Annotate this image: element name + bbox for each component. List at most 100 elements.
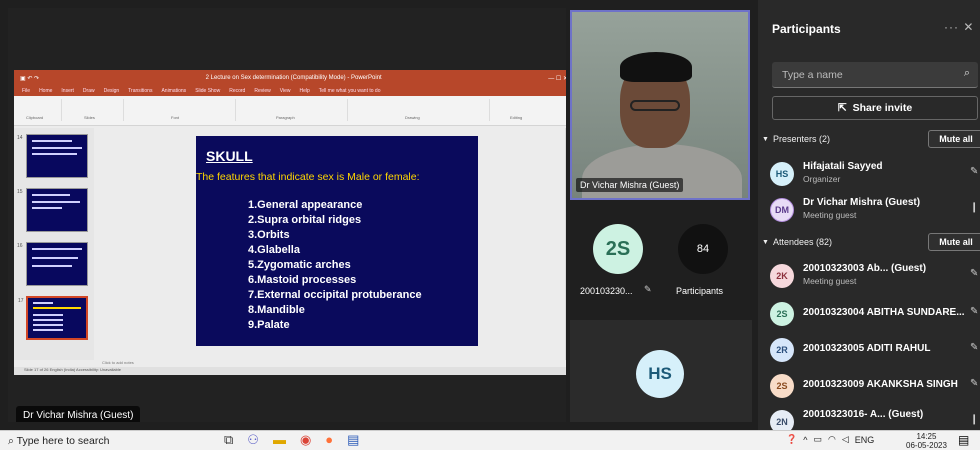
- participants-count-tile[interactable]: 84 Participants: [664, 206, 752, 314]
- video-name-label: Dr Vichar Mishra (Guest): [576, 178, 684, 192]
- taskbar-clock[interactable]: 14:25 06-05-2023: [906, 432, 947, 450]
- attendees-section-toggle[interactable]: ▼ Attendees (82): [762, 237, 832, 247]
- windows-taskbar: ⌕ Type here to search ⧉ ⚇ ▬ ◉ ● ▤ ❓ ^ ▭ …: [0, 430, 980, 450]
- ppt-ribbon: Clipboard Slides Font Paragraph Drawing …: [14, 96, 566, 126]
- ribbon-group-editing: Editing: [510, 115, 523, 120]
- firefox-icon[interactable]: ●: [325, 432, 333, 448]
- participant-row[interactable]: HS Hifajatali Sayyed Organizer ✎: [770, 156, 980, 192]
- ppt-menubar: File Home Insert Draw Design Transitions…: [14, 86, 566, 96]
- participants-panel: Participants ··· ✕ Type a name ⌕ ⇱ Share…: [758, 0, 980, 430]
- ppt-status-bar: Slide 17 of 26 English (India) Accessibi…: [14, 367, 566, 375]
- participant-row[interactable]: 2K 20010323003 Ab... (Guest) Meeting gue…: [770, 258, 980, 294]
- presenters-section-toggle[interactable]: ▼ Presenters (2): [762, 134, 830, 144]
- ppt-vertical-scrollbar: [565, 128, 566, 360]
- ppt-menu-record: Record: [229, 88, 246, 94]
- app-icon[interactable]: ▤: [347, 432, 359, 448]
- ribbon-group-paragraph: Paragraph: [238, 99, 348, 121]
- participant-tile-label: 200103230...: [580, 286, 633, 296]
- slide-thumbnail: 15: [17, 188, 88, 232]
- participants-count-label: Participants: [676, 286, 724, 296]
- network-icon[interactable]: ▭: [813, 434, 822, 445]
- ribbon-group-drawing: Drawing: [350, 99, 490, 121]
- participant-row[interactable]: 2N 20010323016- A... (Guest) ❙: [770, 404, 980, 430]
- slide-bullet: 7.External occipital protuberance: [248, 289, 422, 301]
- participant-name: 20010323005 ADITI RAHUL: [803, 343, 931, 354]
- volume-icon[interactable]: ◁: [842, 434, 849, 445]
- presenter-video-tile[interactable]: Dr Vichar Mishra (Guest): [570, 10, 750, 200]
- participant-tile-2s[interactable]: 2S 200103230... ✎: [570, 206, 662, 314]
- system-tray: ❓ ^ ▭ ◠ ◁ ENG: [786, 434, 874, 445]
- wifi-icon[interactable]: ◠: [828, 434, 836, 445]
- ppt-menu-slideshow: Slide Show: [195, 88, 221, 94]
- slide-bullet: 4.Glabella: [248, 244, 300, 256]
- participant-role: Meeting guest: [803, 276, 857, 286]
- slide-thumbnail-selected: 17: [18, 296, 88, 340]
- share-invite-button[interactable]: ⇱ Share invite: [772, 96, 978, 120]
- participant-row[interactable]: 2R 20010323005 ADITI RAHUL ✎: [770, 332, 980, 368]
- slide-bullet: 2.Supra orbital ridges: [248, 214, 362, 226]
- help-icon[interactable]: ❓: [786, 434, 797, 445]
- participant-row[interactable]: DM Dr Vichar Mishra (Guest) Meeting gues…: [770, 192, 980, 228]
- mute-all-attendees-button[interactable]: Mute all: [928, 233, 980, 251]
- ribbon-group-slides: Slides: [64, 99, 124, 121]
- ppt-tell-me: Tell me what you want to do: [318, 88, 381, 94]
- ppt-titlebar: ▣ ↶ ↷ 2 Lecture on Sex determination (Co…: [14, 70, 566, 86]
- participant-tile-hs[interactable]: HS: [570, 320, 752, 422]
- mic-off-icon: ✎: [970, 268, 979, 279]
- avatar: 2N: [770, 410, 794, 430]
- chevron-up-icon[interactable]: ^: [803, 435, 807, 445]
- participant-row[interactable]: 2S 20010323004 ABITHA SUNDARE... ✎: [770, 296, 980, 332]
- participant-role: Organizer: [803, 174, 841, 184]
- mic-off-icon: ✎: [970, 378, 979, 389]
- slide-bullet: 8.Mandible: [248, 304, 305, 316]
- ribbon-group-clipboard: Clipboard: [18, 99, 62, 121]
- notification-icon[interactable]: ▤: [958, 433, 969, 447]
- ppt-menu-review: Review: [254, 88, 271, 94]
- avatar: HS: [636, 350, 684, 398]
- mic-icon: ❙: [970, 414, 979, 425]
- ppt-window-controls: — ☐ ✕: [548, 75, 566, 82]
- slide-bullet: 6.Mastoid processes: [248, 274, 357, 286]
- ppt-menu-help: Help: [299, 88, 310, 94]
- participant-row[interactable]: 2S 20010323009 AKANKSHA SINGH ✎: [770, 368, 980, 404]
- participant-name: Hifajatali Sayyed: [803, 161, 883, 172]
- participant-name: 20010323009 AKANKSHA SINGH: [803, 379, 958, 390]
- slide-title: SKULL: [206, 148, 253, 164]
- ppt-menu-file: File: [22, 88, 31, 94]
- ppt-menu-design: Design: [103, 88, 120, 94]
- taskbar-search[interactable]: ⌕ Type here to search: [8, 435, 109, 448]
- avatar: 2K: [770, 264, 794, 288]
- slide-bullet: 5.Zygomatic arches: [248, 259, 351, 271]
- current-slide: SKULL The features that indicate sex is …: [196, 136, 478, 346]
- participants-count: 84: [678, 224, 728, 274]
- language-indicator[interactable]: ENG: [855, 435, 875, 445]
- teams-meeting-stage: ▣ ↶ ↷ 2 Lecture on Sex determination (Co…: [0, 0, 980, 430]
- avatar: 2S: [770, 374, 794, 398]
- ppt-window-title: 2 Lecture on Sex determination (Compatib…: [205, 75, 382, 81]
- panel-title: Participants: [772, 22, 841, 36]
- participant-name: Dr Vichar Mishra (Guest): [803, 197, 921, 208]
- chrome-icon[interactable]: ◉: [300, 432, 311, 448]
- avatar: 2S: [770, 302, 794, 326]
- file-explorer-icon[interactable]: ▬: [273, 432, 286, 448]
- mute-all-presenters-button[interactable]: Mute all: [928, 130, 980, 148]
- clock-time: 14:25: [916, 432, 937, 441]
- slide-bullet-list: 1.General appearance 2.Supra orbital rid…: [248, 198, 422, 333]
- participant-search-input[interactable]: Type a name ⌕: [772, 62, 978, 88]
- slide-bullet: 9.Palate: [248, 319, 290, 331]
- ppt-menu-view: View: [279, 88, 291, 94]
- slide-bullet: 1.General appearance: [248, 199, 363, 211]
- presenter-hair: [620, 52, 692, 82]
- avatar: HS: [770, 162, 794, 186]
- slide-thumbnail: 14: [17, 134, 88, 178]
- panel-close-icon[interactable]: ··· ✕: [944, 20, 974, 34]
- teams-app-icon[interactable]: ⚇: [247, 432, 259, 448]
- chevron-down-icon: ▼: [762, 135, 769, 143]
- task-view-icon[interactable]: ⧉: [224, 432, 233, 448]
- ppt-menu-animations: Animations: [161, 88, 187, 94]
- avatar: 2S: [593, 224, 643, 274]
- slide-thumbnail: 16: [17, 242, 88, 286]
- presenter-name-label: Dr Vichar Mishra (Guest): [16, 406, 141, 422]
- slide-canvas: SKULL The features that indicate sex is …: [94, 128, 566, 360]
- participant-name: 20010323004 ABITHA SUNDARE...: [803, 307, 965, 318]
